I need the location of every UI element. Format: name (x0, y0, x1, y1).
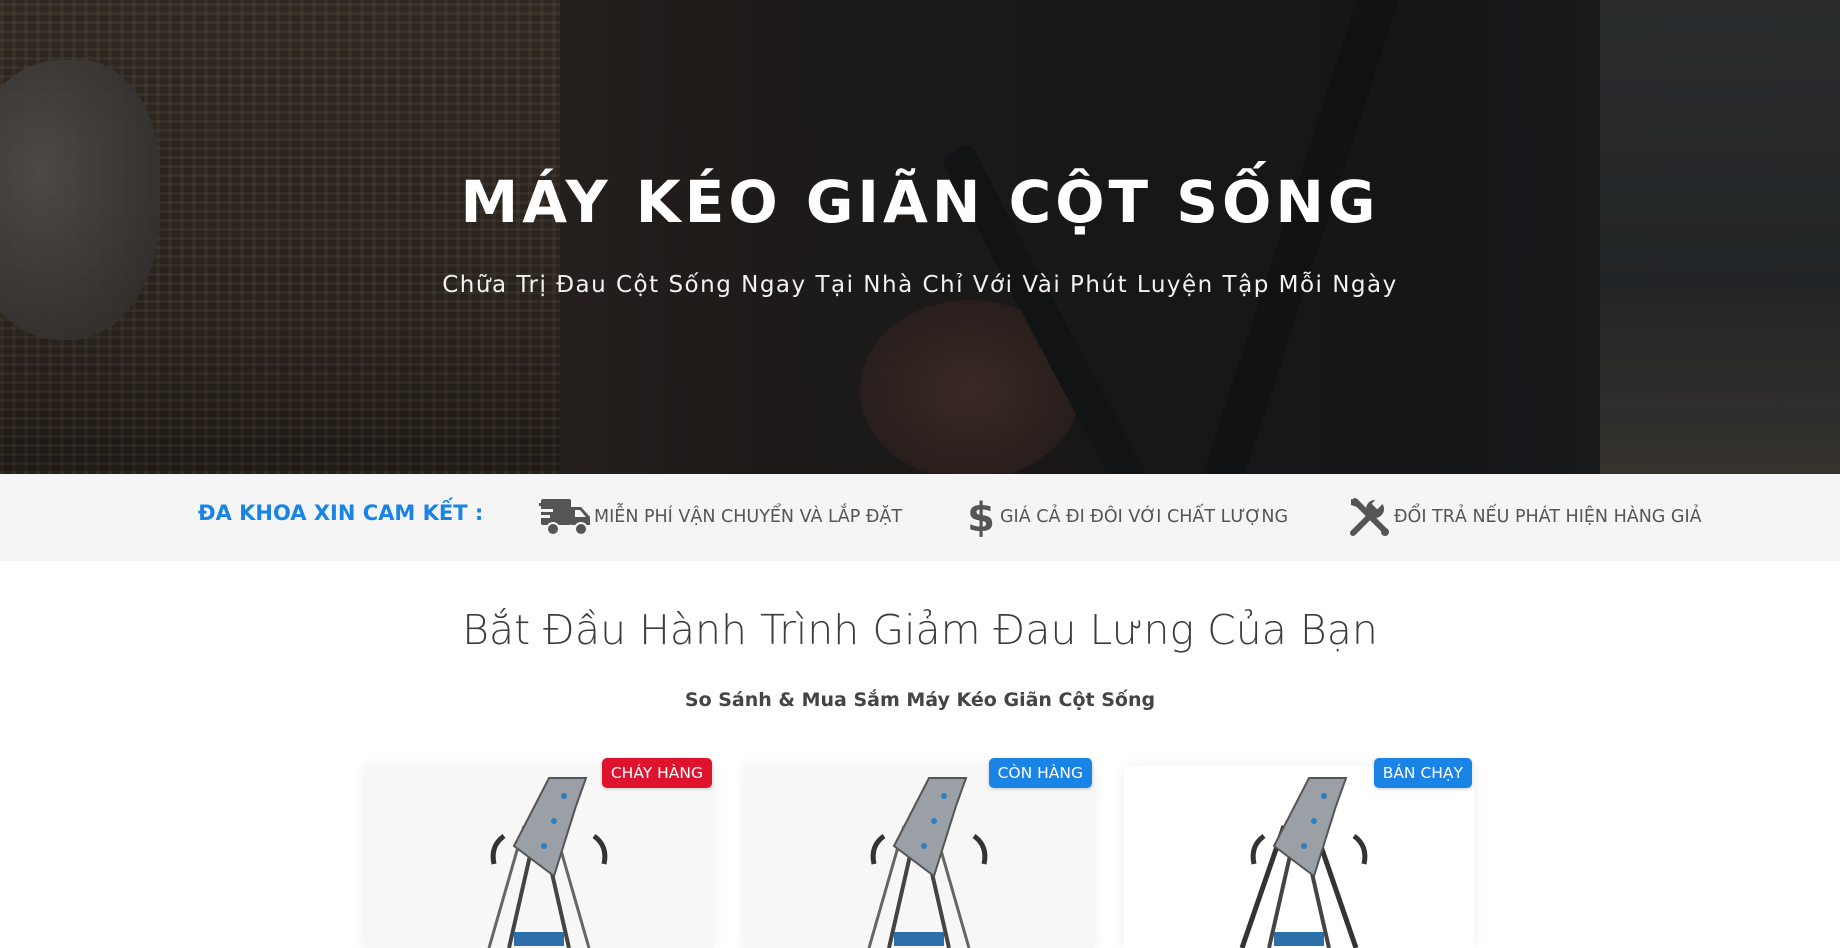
product-card[interactable]: CHÁY HÀNG (364, 758, 714, 948)
hero-banner: MÁY KÉO GIÃN CỘT SỐNG Chữa Trị Đau Cột S… (0, 0, 1840, 474)
inversion-table-image (867, 777, 988, 948)
tools-icon (1344, 493, 1394, 541)
product-card[interactable]: BÁN CHẠY (1124, 758, 1474, 948)
status-badge: CÒN HÀNG (988, 758, 1092, 788)
commitment-label: ĐỔI TRẢ NẾU PHÁT HIỆN HÀNG GIẢ (1394, 507, 1702, 527)
inversion-table-image (487, 777, 608, 948)
commitment-free-shipping: MIỄN PHÍ VẬN CHUYỂN VÀ LẮP ĐẶT (538, 493, 902, 541)
commitment-label: MIỄN PHÍ VẬN CHUYỂN VÀ LẮP ĐẶT (594, 507, 903, 527)
commitment-title: ĐA KHOA XIN CAM KẾT : (198, 501, 484, 525)
hero-title: MÁY KÉO GIÃN CỘT SỐNG (460, 168, 1380, 236)
hero-overlay (0, 0, 1840, 474)
section-title: Bắt Đầu Hành Trình Giảm Đau Lưng Của Bạn (462, 606, 1378, 654)
section-subtitle: So Sánh & Mua Sắm Máy Kéo Giãn Cột Sống (684, 689, 1156, 711)
status-badge: BÁN CHẠY (1373, 758, 1472, 788)
commitment-label: GIÁ CẢ ĐI ĐÔI VỚI CHẤT LƯỢNG (1000, 507, 1289, 527)
commitment-return-policy: ĐỔI TRẢ NẾU PHÁT HIỆN HÀNG GIẢ (1344, 493, 1702, 541)
svg-text:$: $ (968, 495, 994, 539)
inversion-table-image (1239, 777, 1368, 948)
status-badge: CHÁY HÀNG (601, 758, 712, 788)
hero-subtitle: Chữa Trị Đau Cột Sống Ngay Tại Nhà Chỉ V… (442, 272, 1398, 298)
dollar-icon: $ (962, 493, 1000, 541)
truck-icon (538, 493, 594, 541)
commitment-bar: ĐA KHOA XIN CAM KẾT : MIỄN PHÍ VẬN CHUYỂ… (0, 474, 1840, 561)
commitment-fair-price: $ GIÁ CẢ ĐI ĐÔI VỚI CHẤT LƯỢNG (962, 493, 1288, 541)
product-card[interactable]: CÒN HÀNG (744, 758, 1094, 948)
